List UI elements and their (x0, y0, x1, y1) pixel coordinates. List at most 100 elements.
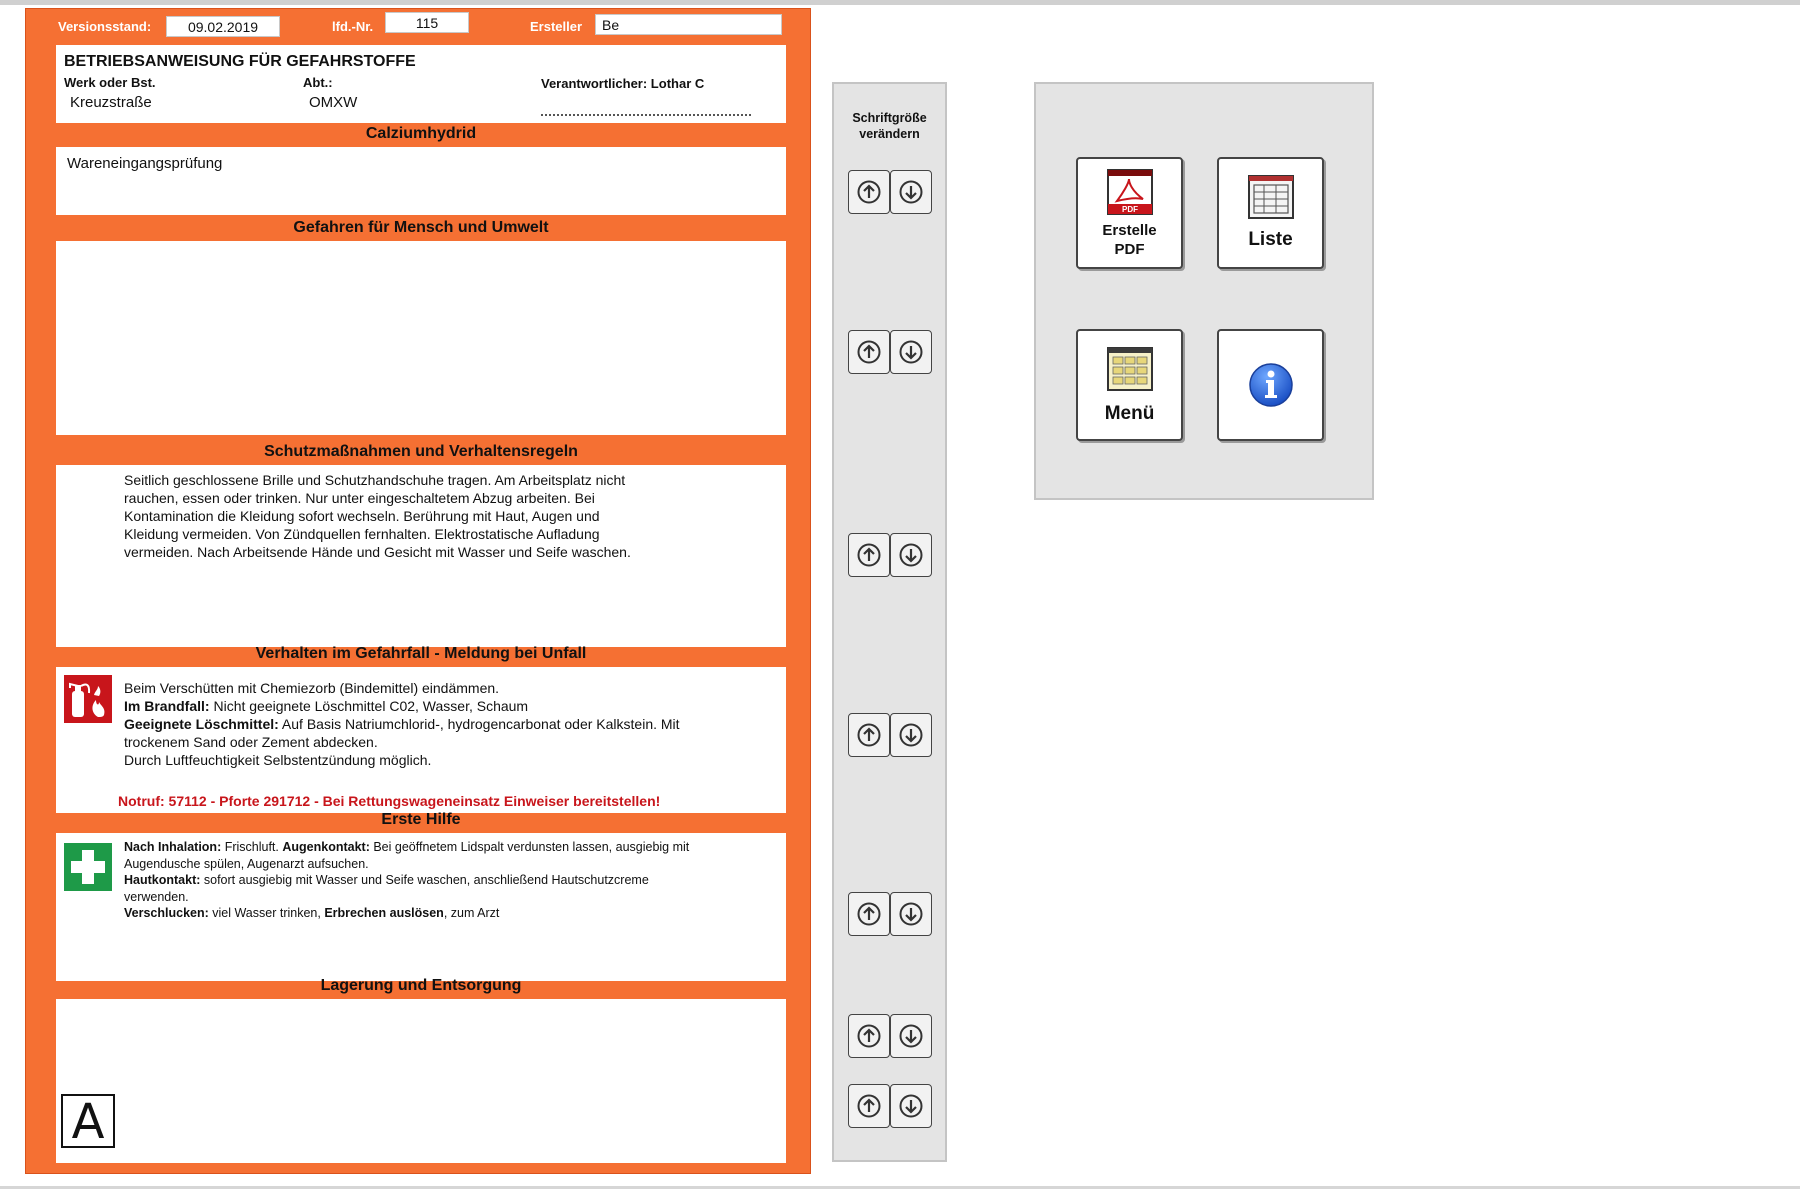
first-aid-line: Hautkontakt: sofort ausgiebig mit Wasser… (124, 872, 689, 889)
list-button[interactable]: Liste (1217, 157, 1324, 269)
arrow-up-circle-icon (857, 543, 881, 567)
responsible-label[interactable]: Verantwortlicher: Lothar C (541, 76, 716, 91)
decrease-font-button[interactable] (890, 1014, 932, 1058)
emergency-line: Durch Luftfeuchtigkeit Selbstentzündung … (124, 752, 432, 768)
emergency-call-notice: Notruf: 57112 - Pforte 291712 - Bei Rett… (118, 793, 661, 809)
section-protection-heading: Schutzmaßnahmen und Verhaltensregeln (264, 443, 578, 460)
department-label: Abt.: (303, 75, 333, 90)
arrow-up-circle-icon (857, 340, 881, 364)
operating-instruction-sheet: Versionsstand: 09.02.2019 lfd.-Nr. 115 E… (25, 8, 811, 1174)
site-label: Werk oder Bst. (64, 75, 156, 90)
font-size-controls-emergency (848, 713, 932, 757)
menu-label: Menü (1104, 403, 1155, 424)
usage-text[interactable]: Wareneingangsprüfung (67, 155, 222, 172)
arrow-down-circle-icon (899, 180, 923, 204)
arrow-down-circle-icon (899, 902, 923, 926)
font-size-title-line: Schriftgröße (852, 111, 927, 125)
hazards-text-area[interactable] (56, 241, 786, 435)
version-label: Versionsstand: (58, 19, 152, 34)
decrease-font-button[interactable] (890, 713, 932, 757)
increase-font-button[interactable] (848, 330, 890, 374)
info-button[interactable] (1217, 329, 1324, 441)
first-aid-line: Augendusche spülen, Augenarzt aufsuchen. (124, 856, 369, 871)
protection-line: Seitlich geschlossene Brille und Schutzh… (124, 472, 626, 488)
increase-font-button[interactable] (848, 533, 890, 577)
protection-text-area[interactable]: Seitlich geschlossene Brille und Schutzh… (56, 465, 786, 647)
menu-grid-icon (1107, 347, 1153, 391)
first-aid-line: verwenden. (124, 889, 189, 904)
increase-font-button[interactable] (848, 713, 890, 757)
increase-font-button[interactable] (848, 1084, 890, 1128)
decrease-font-button[interactable] (890, 533, 932, 577)
arrow-up-circle-icon (857, 1094, 881, 1118)
inhalation-label: Nach Inhalation: (124, 840, 222, 854)
list-document-icon (1248, 175, 1294, 219)
site-value[interactable]: Kreuzstraße (70, 94, 152, 111)
decrease-font-button[interactable] (890, 330, 932, 374)
author-field[interactable]: Be (595, 14, 782, 35)
protection-line: Kleidung vermeiden. Von Zündquellen fern… (124, 526, 600, 542)
section-emergency-heading: Verhalten im Gefahrfall - Meldung bei Un… (255, 645, 587, 662)
fire-label: Im Brandfall: (124, 698, 210, 714)
version-field[interactable]: 09.02.2019 (166, 16, 280, 37)
fire-extinguisher-icon (64, 675, 112, 723)
protection-line: rauchen, essen oder trinken. Nur unter e… (124, 490, 595, 506)
eye-contact-label: Augenkontakt: (282, 840, 370, 854)
skin-contact-label: Hautkontakt: (124, 873, 201, 887)
emergency-line: Im Brandfall: Nicht geeignete Löschmitte… (124, 697, 680, 715)
swallowing-text-end: , zum Arzt (443, 906, 500, 920)
create-pdf-label-line: Erstelle (1102, 222, 1157, 239)
pdf-document-icon: PDF (1107, 169, 1153, 215)
section-storage-heading: Lagerung und Entsorgung (320, 977, 522, 994)
font-size-controls-storage-extra (848, 1084, 932, 1128)
protection-text: Seitlich geschlossene Brille und Schutzh… (124, 471, 631, 561)
first-aid-line: Verschlucken: viel Wasser trinken, Erbre… (124, 905, 689, 922)
pdf-icon-text: PDF (1122, 205, 1138, 214)
number-label: lfd.-Nr. (332, 19, 374, 34)
increase-font-button[interactable] (848, 170, 890, 214)
increase-font-button[interactable] (848, 1014, 890, 1058)
department-value[interactable]: OMXW (309, 94, 357, 111)
create-pdf-button[interactable]: PDF Erstelle PDF (1076, 157, 1183, 269)
fire-text: Nicht geeignete Löschmittel C02, Wasser,… (209, 698, 529, 714)
first-aid-line: Nach Inhalation: Frischluft. Augenkontak… (124, 839, 689, 856)
emergency-line: Geeignete Löschmittel: Auf Basis Natrium… (124, 715, 680, 733)
decrease-font-button[interactable] (890, 892, 932, 936)
arrow-up-circle-icon (857, 180, 881, 204)
emergency-text-area[interactable]: Beim Verschütten mit Chemiezorb (Bindemi… (56, 667, 786, 813)
inhalation-text: Frischluft. (221, 840, 283, 854)
font-size-panel: Schriftgröße verändern (832, 82, 947, 1162)
document-title: BETRIEBSANWEISUNG FÜR GEFAHRSTOFFE (64, 53, 416, 70)
arrow-up-circle-icon (857, 723, 881, 747)
arrow-up-circle-icon (857, 902, 881, 926)
number-field[interactable]: 115 (385, 12, 469, 33)
decrease-font-button[interactable] (890, 170, 932, 214)
font-size-controls-first-aid (848, 892, 932, 936)
usage-box: Wareneingangsprüfung (56, 147, 786, 215)
arrow-down-circle-icon (899, 1094, 923, 1118)
arrow-down-circle-icon (899, 543, 923, 567)
top-border (0, 0, 1800, 5)
increase-font-button[interactable] (848, 892, 890, 936)
swallowing-label: Verschlucken: (124, 906, 209, 920)
emergency-line: trockenem Sand oder Zement abdecken. (124, 734, 378, 750)
agent-label: Geeignete Löschmittel: (124, 716, 279, 732)
font-size-controls-storage (848, 1014, 932, 1058)
agent-text: Auf Basis Natriumchlorid-, hydrogencarbo… (278, 716, 680, 732)
header-info-box: BETRIEBSANWEISUNG FÜR GEFAHRSTOFFE Werk … (56, 45, 786, 123)
skin-contact-text: sofort ausgiebig mit Wasser und Seife wa… (200, 873, 649, 887)
arrow-down-circle-icon (899, 340, 923, 364)
decrease-font-button[interactable] (890, 1084, 932, 1128)
signature-line (541, 114, 751, 116)
storage-text-area[interactable]: A (56, 999, 786, 1163)
arrow-down-circle-icon (899, 723, 923, 747)
section-hazards-heading: Gefahren für Mensch und Umwelt (293, 219, 549, 236)
swallowing-text: viel Wasser trinken, (208, 906, 325, 920)
font-size-title-line: verändern (859, 127, 920, 141)
arrow-down-circle-icon (899, 1024, 923, 1048)
substance-name[interactable]: Calziumhydrid (56, 123, 786, 145)
eye-contact-text: Bei geöffnetem Lidspalt verdunsten lasse… (369, 840, 690, 854)
section-first-aid-heading: Erste Hilfe (381, 811, 461, 828)
menu-button[interactable]: Menü (1076, 329, 1183, 441)
first-aid-text-area[interactable]: Nach Inhalation: Frischluft. Augenkontak… (56, 833, 786, 981)
